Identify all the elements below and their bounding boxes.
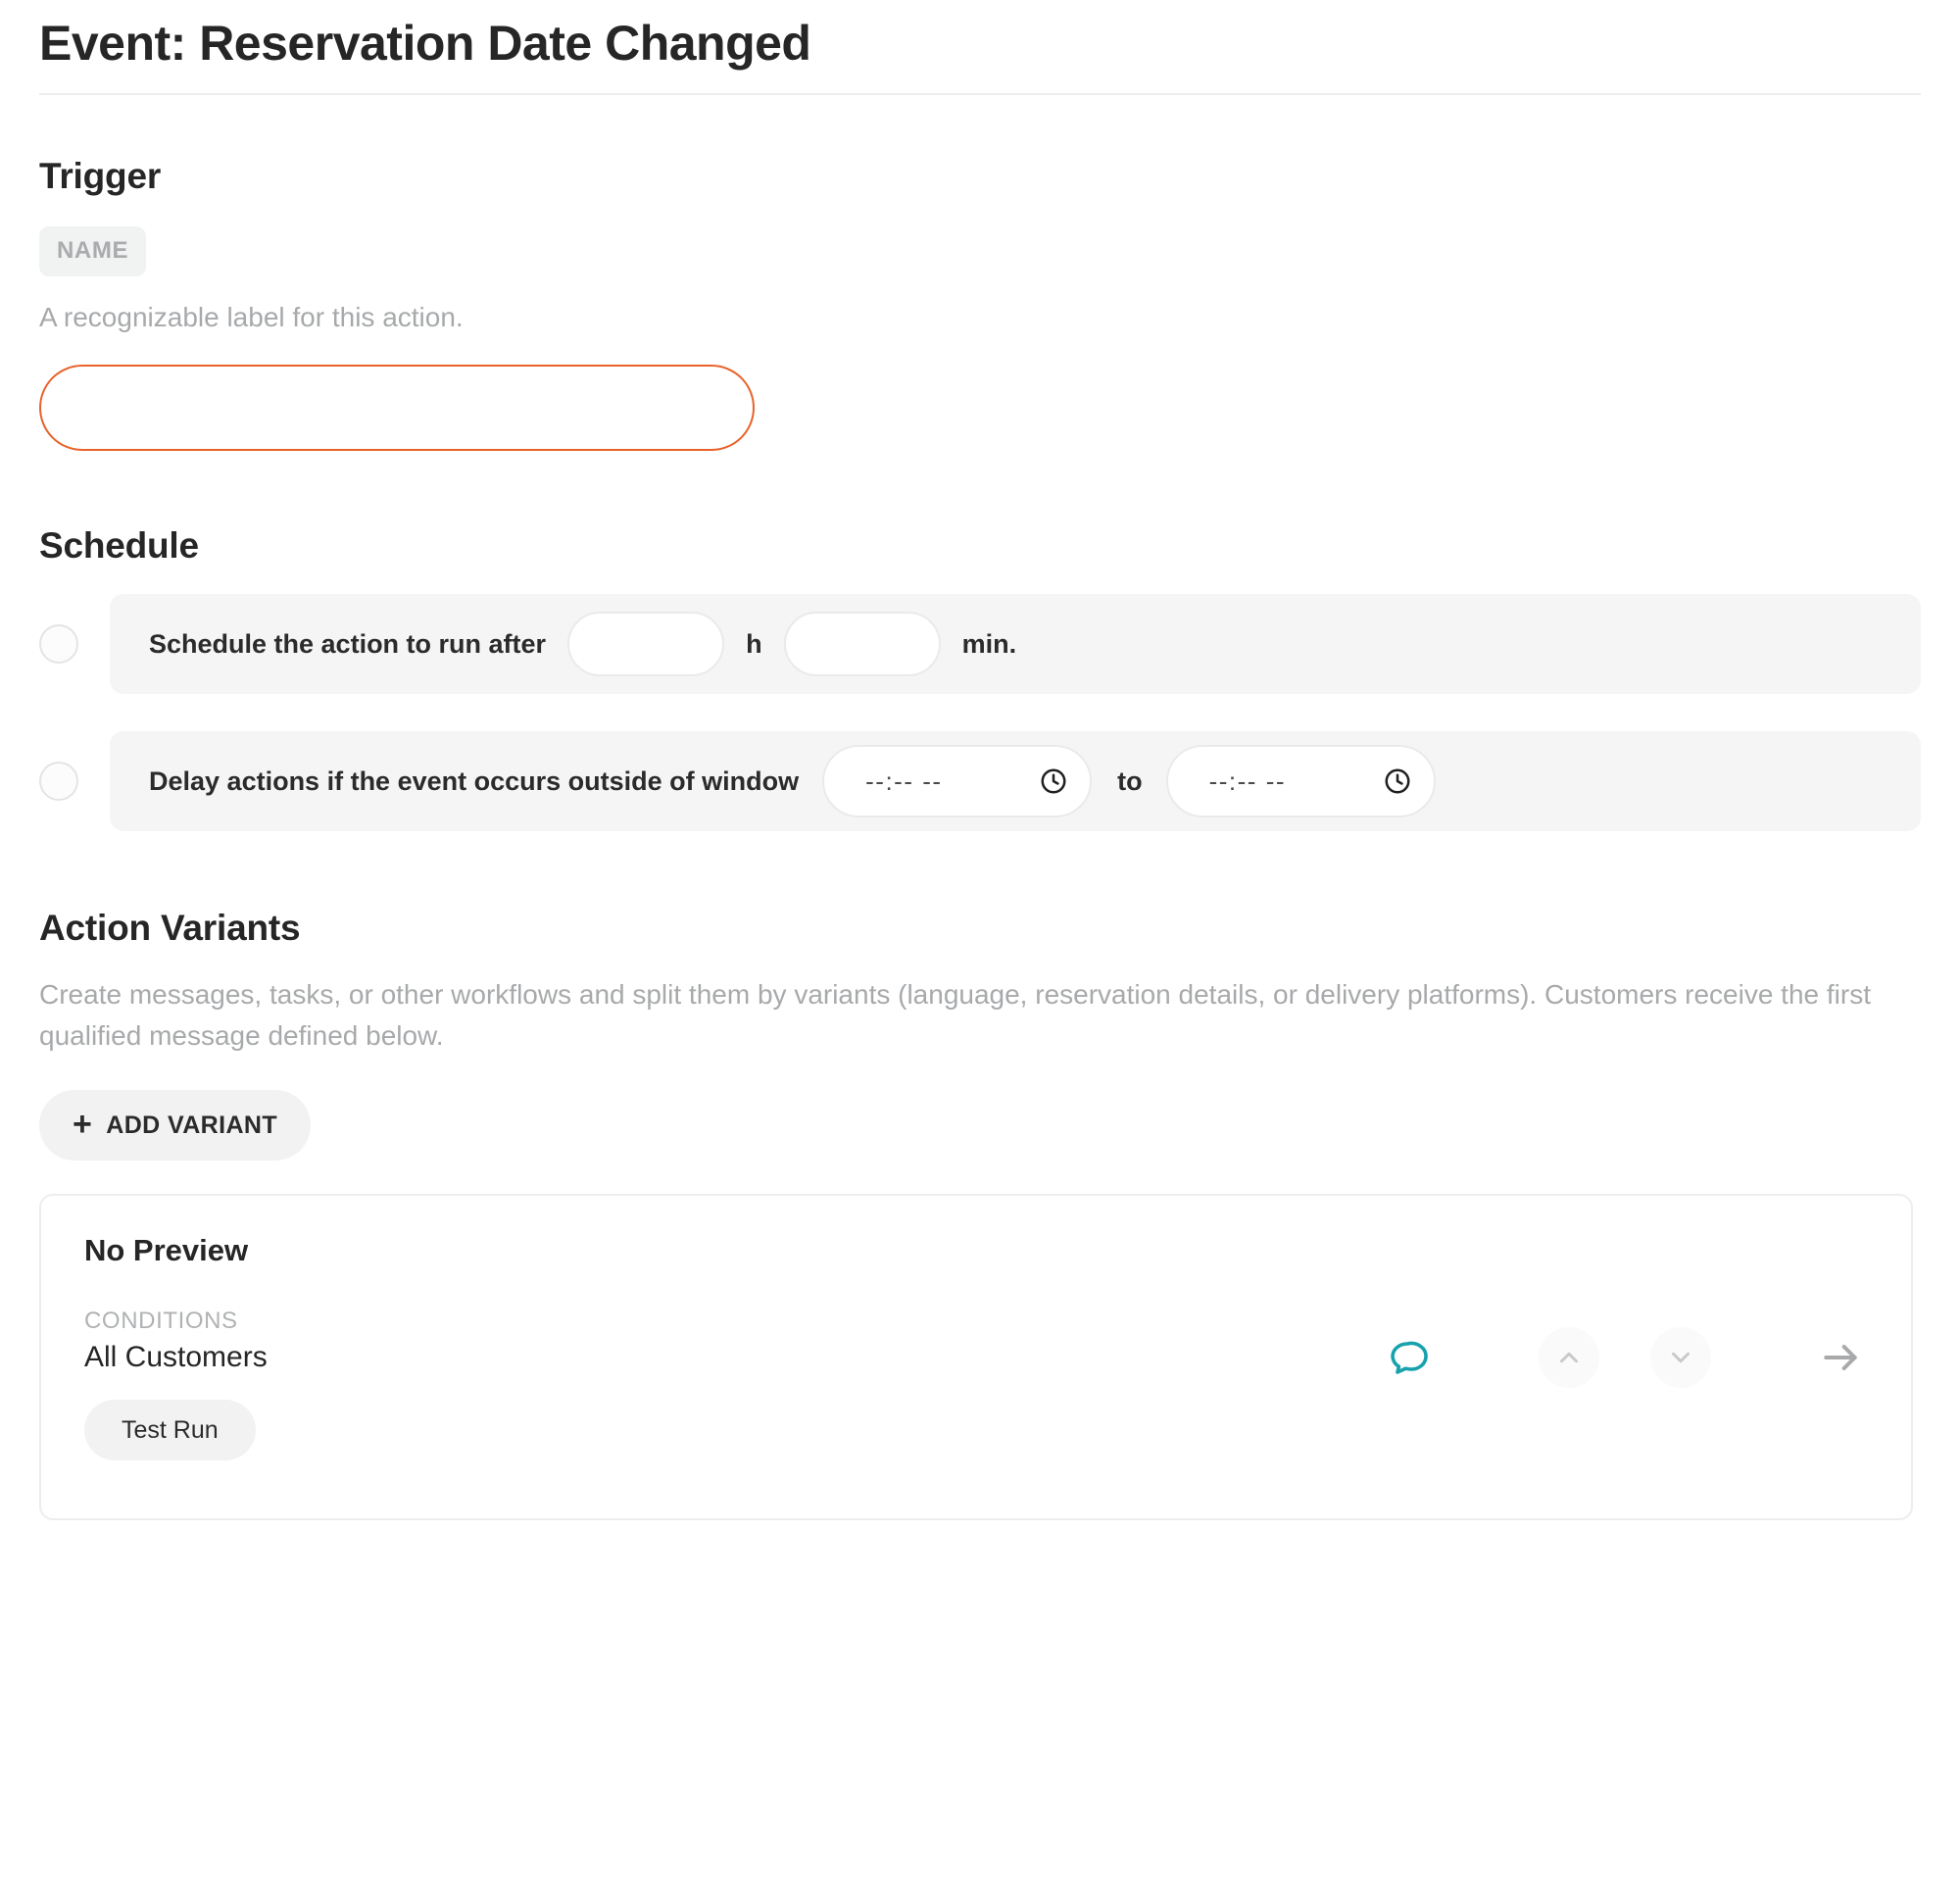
move-down-button[interactable] [1650, 1326, 1711, 1388]
trigger-section-heading: Trigger [39, 156, 162, 196]
action-variants-description: Create messages, tasks, or other workflo… [39, 979, 1871, 1051]
page-title: Event: Reservation Date Changed [39, 16, 811, 71]
schedule-minutes-unit: min. [961, 628, 1017, 659]
add-variant-button[interactable]: + ADD VARIANT [39, 1090, 312, 1161]
name-field-badge: NAME [39, 226, 147, 276]
schedule-run-after-label: Schedule the action to run after [149, 628, 547, 659]
chat-icon [1391, 1341, 1428, 1374]
variant-card-actions [1382, 1326, 1868, 1388]
test-run-button[interactable]: Test Run [84, 1400, 256, 1460]
radio-unchecked-icon-delay-window[interactable] [39, 762, 78, 801]
schedule-row-delay-window: Delay actions if the event occurs outsid… [39, 731, 1921, 831]
schedule-minutes-input[interactable] [783, 612, 941, 676]
window-start-time-field[interactable]: --:-- -- [822, 745, 1093, 817]
add-variant-label: ADD VARIANT [106, 1111, 278, 1139]
trigger-name-input[interactable] [39, 365, 755, 451]
schedule-delay-window-label: Delay actions if the event occurs outsid… [149, 766, 800, 796]
window-end-time-field[interactable]: --:-- -- [1165, 745, 1436, 817]
variant-card-title: No Preview [84, 1233, 249, 1267]
variant-card[interactable]: No Preview CONDITIONS All Customers Test… [39, 1194, 1913, 1520]
action-variants-heading: Action Variants [39, 908, 301, 948]
name-helper-text: A recognizable label for this action. [39, 302, 464, 332]
schedule-delay-window-panel: Delay actions if the event occurs outsid… [110, 731, 1921, 831]
schedule-run-after-panel: Schedule the action to run after h min. [110, 594, 1921, 694]
clock-icon[interactable] [1383, 766, 1412, 796]
schedule-row-run-after: Schedule the action to run after h min. [39, 594, 1921, 694]
schedule-hours-input[interactable] [567, 612, 725, 676]
move-up-button[interactable] [1539, 1326, 1599, 1388]
open-variant-button[interactable] [1813, 1330, 1868, 1385]
event-action-editor: Event: Reservation Date Changed Trigger … [0, 0, 1960, 1877]
radio-unchecked-icon-run-after[interactable] [39, 624, 78, 664]
clock-icon[interactable] [1039, 766, 1068, 796]
title-divider [39, 93, 1921, 95]
window-to-label: to [1117, 766, 1143, 796]
chevron-up-icon [1560, 1352, 1578, 1362]
chevron-down-icon [1672, 1352, 1690, 1362]
chat-icon-button[interactable] [1382, 1331, 1435, 1384]
window-end-time-placeholder: --:-- -- [1208, 766, 1287, 796]
schedule-hours-unit: h [746, 628, 762, 659]
plus-icon: + [73, 1106, 93, 1143]
schedule-section-heading: Schedule [39, 525, 199, 566]
window-start-time-placeholder: --:-- -- [865, 766, 943, 796]
arrow-right-icon [1824, 1344, 1857, 1370]
